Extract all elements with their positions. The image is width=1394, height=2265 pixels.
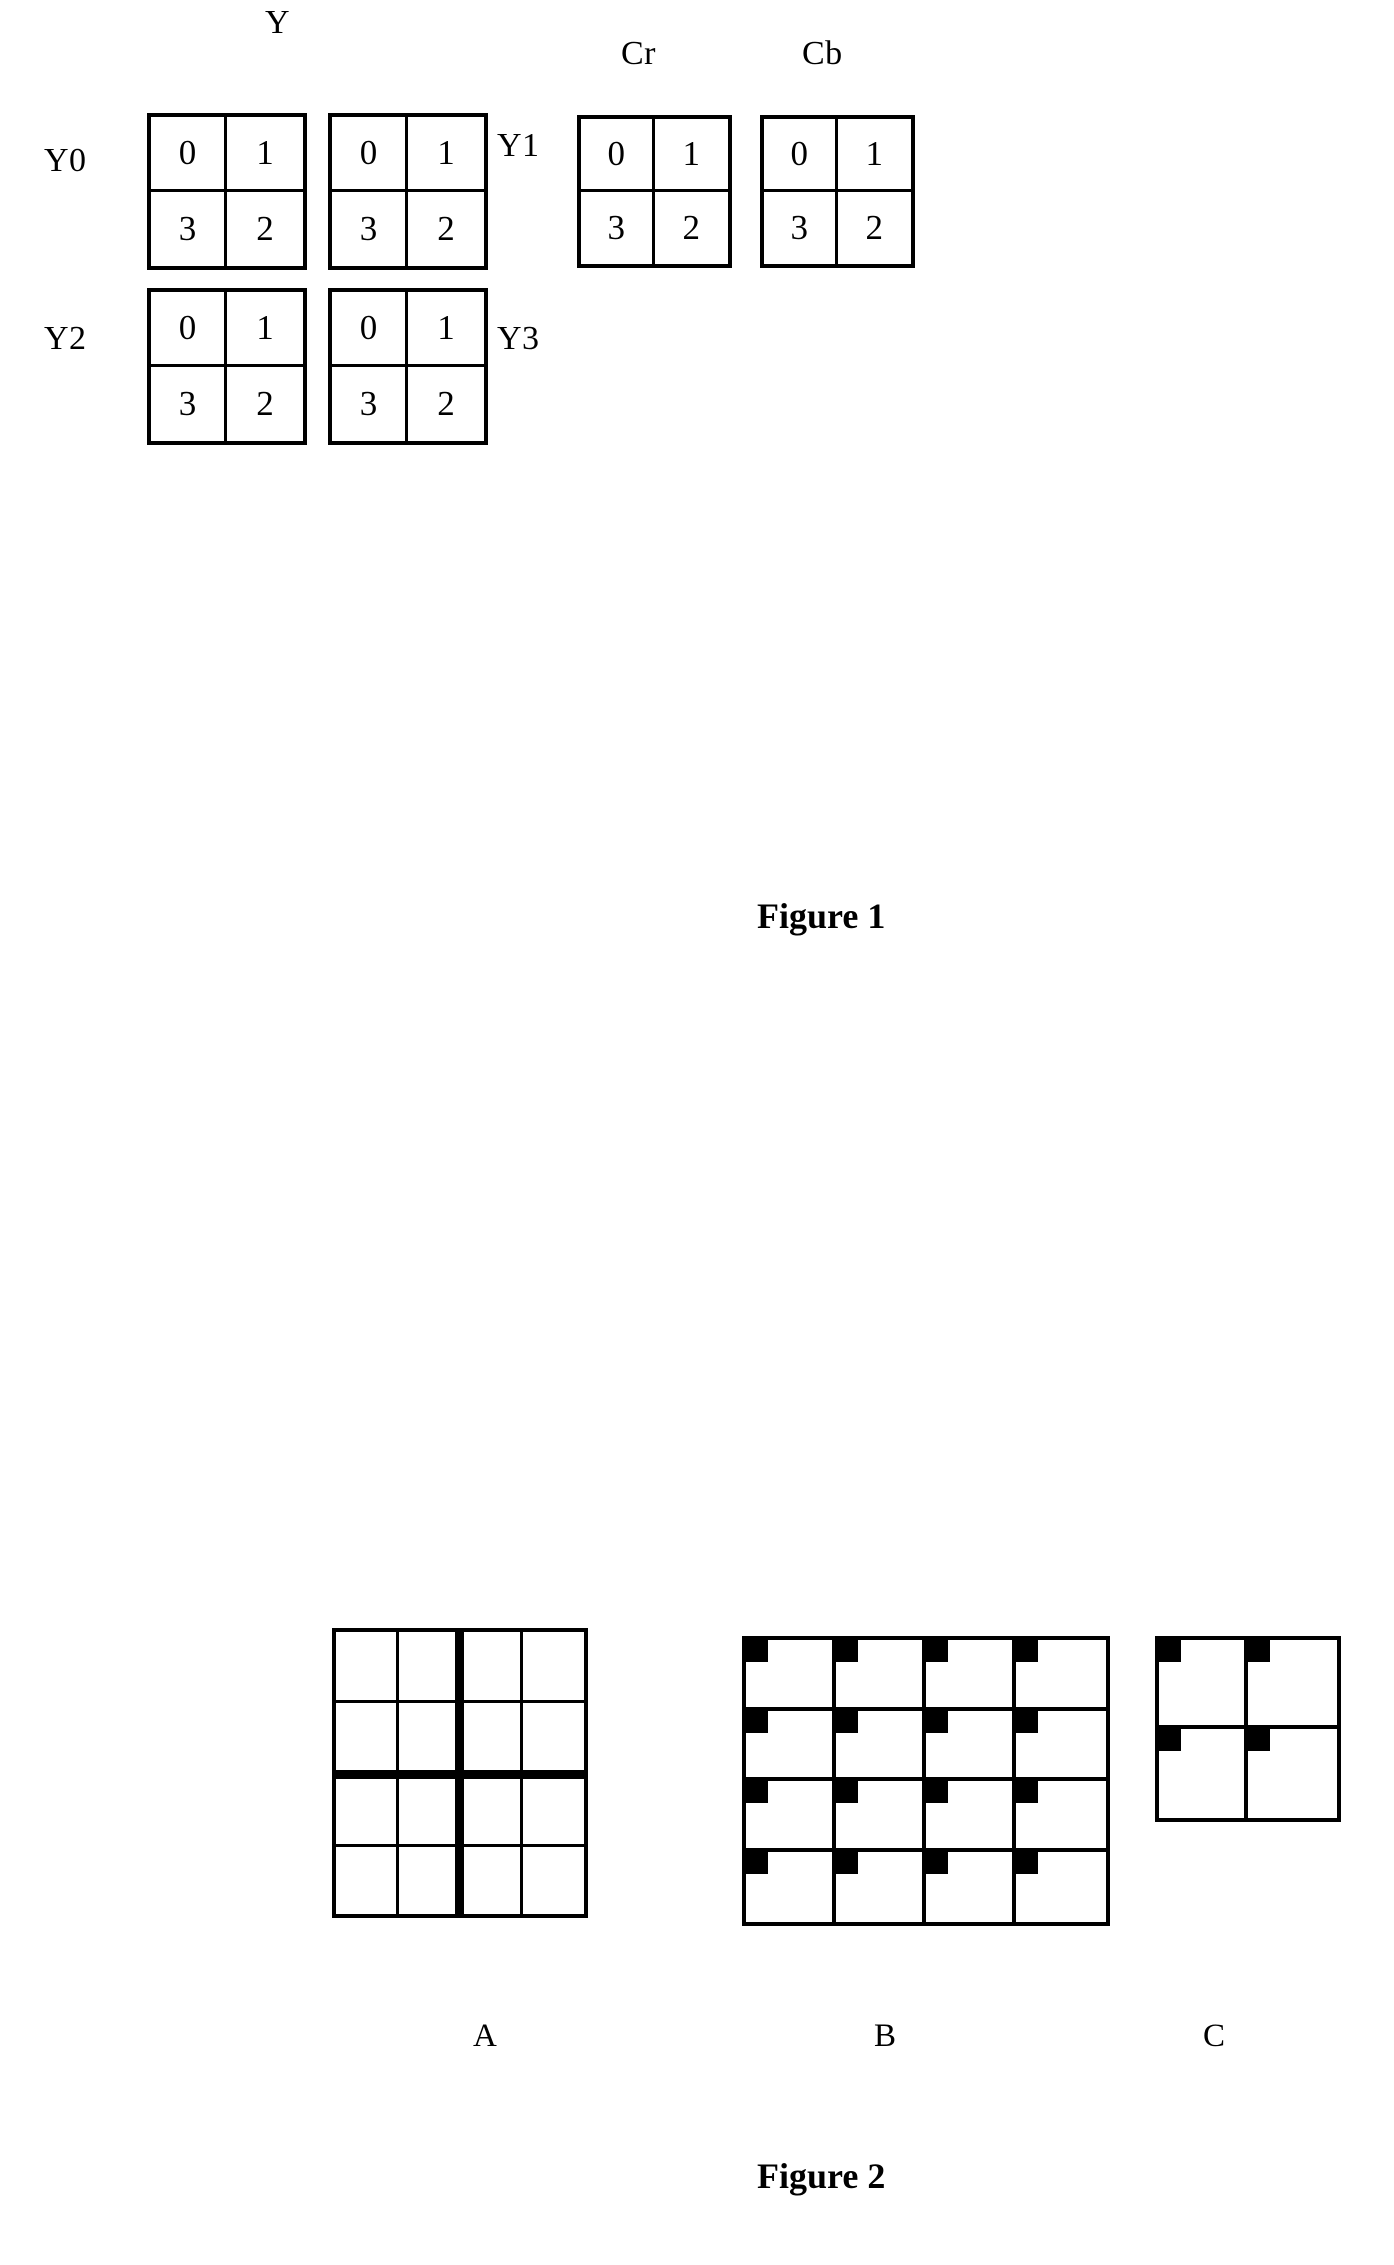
panel-b-grid (742, 1636, 1110, 1926)
block-cell: 1 (408, 292, 484, 367)
sample-point-icon (1159, 1640, 1181, 1662)
block-cell: 1 (227, 292, 303, 367)
block-cell: 1 (227, 117, 303, 192)
sample-point-icon (926, 1710, 948, 1733)
sample-cell (1016, 1851, 1106, 1922)
block-cell: 0 (151, 292, 227, 367)
sample-cell (926, 1640, 1016, 1711)
sample-cell (746, 1851, 836, 1922)
sample-point-icon (746, 1851, 768, 1874)
block-cell: 0 (764, 119, 838, 192)
sample-point-icon (926, 1851, 948, 1874)
block-cell: 3 (581, 191, 655, 264)
plane-header-cb: Cb (802, 35, 843, 72)
sample-point-icon (836, 1640, 858, 1662)
block-cell: 2 (408, 191, 484, 266)
block-cell: 0 (151, 117, 227, 192)
block-cb: 0 1 3 2 (760, 115, 915, 268)
block-cell: 0 (581, 119, 655, 192)
block-cell: 2 (654, 191, 728, 264)
sample-point-icon (1016, 1851, 1038, 1874)
panel-b-label: B (874, 2018, 897, 2054)
sample-point-icon (1016, 1710, 1038, 1733)
sample-cell (836, 1851, 926, 1922)
sample-point-icon (1016, 1781, 1038, 1803)
figure-1-caption: Figure 1 (757, 896, 886, 936)
block-cell: 1 (408, 117, 484, 192)
sample-point-icon (926, 1640, 948, 1662)
block-label-y0: Y0 (44, 142, 87, 179)
sample-point-icon (836, 1851, 858, 1874)
sample-point-icon (1159, 1729, 1181, 1751)
block-cell: 0 (332, 292, 408, 367)
block-cell: 2 (227, 191, 303, 266)
plane-header-y: Y (265, 4, 291, 41)
sample-point-icon (836, 1710, 858, 1733)
quadrant-divider-horizontal (336, 1770, 584, 1779)
sample-cell (1248, 1640, 1337, 1729)
sample-cell (1016, 1781, 1106, 1852)
block-cell: 3 (332, 366, 408, 441)
block-cell: 3 (764, 191, 838, 264)
sample-point-icon (746, 1781, 768, 1803)
sample-cell (836, 1710, 926, 1781)
block-label-y3: Y3 (497, 320, 540, 357)
sample-cell (1159, 1729, 1248, 1818)
block-cell: 2 (227, 366, 303, 441)
sample-cell (746, 1640, 836, 1711)
block-cell: 3 (151, 191, 227, 266)
sample-cell (926, 1710, 1016, 1781)
sample-point-icon (836, 1781, 858, 1803)
block-cell: 2 (837, 191, 911, 264)
block-cell: 2 (408, 366, 484, 441)
figure-sheet: Y Cr Cb Y0 Y1 Y2 Y3 0 1 3 2 0 1 3 2 0 1 … (0, 0, 1394, 2265)
sample-cell (1016, 1710, 1106, 1781)
block-y3: 0 1 3 2 (328, 288, 488, 445)
sample-point-icon (746, 1640, 768, 1662)
figure-2-caption: Figure 2 (757, 2156, 886, 2196)
panel-a-grid (332, 1628, 588, 1918)
sample-cell (926, 1781, 1016, 1852)
sample-cell (836, 1781, 926, 1852)
block-y0: 0 1 3 2 (147, 113, 307, 270)
block-cell: 0 (332, 117, 408, 192)
block-cell: 3 (151, 366, 227, 441)
sample-cell (1159, 1640, 1248, 1729)
panel-a-label: A (473, 2018, 497, 2054)
block-label-y2: Y2 (44, 320, 87, 357)
sample-point-icon (1248, 1729, 1270, 1751)
sample-point-icon (1248, 1640, 1270, 1662)
block-cell: 1 (837, 119, 911, 192)
sample-cell (926, 1851, 1016, 1922)
sample-cell (1016, 1640, 1106, 1711)
block-cell: 1 (654, 119, 728, 192)
panel-c-grid (1155, 1636, 1341, 1822)
block-y2: 0 1 3 2 (147, 288, 307, 445)
sample-point-icon (746, 1710, 768, 1733)
block-cell: 3 (332, 191, 408, 266)
sample-cell (836, 1640, 926, 1711)
panel-c-label: C (1203, 2018, 1226, 2054)
block-cr: 0 1 3 2 (577, 115, 732, 268)
sample-cell (746, 1781, 836, 1852)
plane-header-cr: Cr (621, 35, 656, 72)
sample-point-icon (1016, 1640, 1038, 1662)
sample-cell (1248, 1729, 1337, 1818)
block-label-y1: Y1 (497, 127, 540, 164)
sample-cell (746, 1710, 836, 1781)
block-y1: 0 1 3 2 (328, 113, 488, 270)
sample-point-icon (926, 1781, 948, 1803)
